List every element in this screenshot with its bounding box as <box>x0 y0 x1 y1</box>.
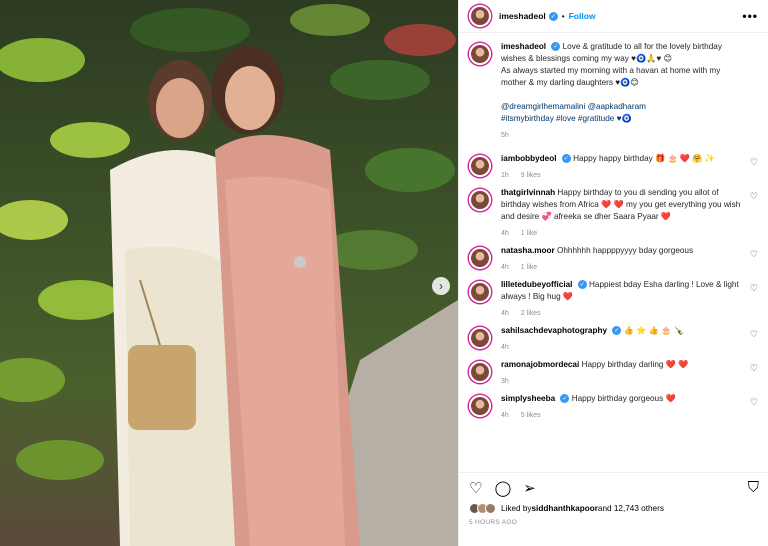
caption-avatar[interactable] <box>469 43 491 65</box>
like-comment-heart-icon[interactable]: ♡ <box>750 157 758 168</box>
caption-mentions[interactable]: @dreamgirlhemamalini @aapkadharam <box>501 102 646 111</box>
commenter-username[interactable]: natasha.moor <box>501 246 555 255</box>
likes-others[interactable]: and 12,743 others <box>598 504 664 513</box>
post-actions-bar: ♡ ◯ ➢ ⛉ <box>459 472 768 502</box>
photo-illustration <box>0 4 458 546</box>
like-comment-heart-icon[interactable]: ♡ <box>750 397 758 408</box>
commenter-username[interactable]: sahilsachdevaphotography <box>501 326 607 335</box>
separator-dot: • <box>561 11 565 21</box>
comment-row: lilletedubeyofficial ✓ Happiest bday Esh… <box>469 279 758 317</box>
comment-likes[interactable]: 5 likes <box>521 412 541 419</box>
like-comment-heart-icon[interactable]: ♡ <box>750 329 758 340</box>
post-timestamp: 5 HOURS AGO <box>469 519 518 526</box>
verified-badge-icon: ✓ <box>560 394 570 404</box>
comment-likes[interactable]: 1 like <box>521 230 537 237</box>
post-header: imeshadeol ✓ • Follow ••• <box>459 0 768 33</box>
comment-text: Happy birthday darling ❤️ ❤️ <box>581 360 689 369</box>
commenter-avatar[interactable] <box>469 361 491 383</box>
comment-icon[interactable]: ◯ <box>494 479 511 497</box>
likes-prefix: Liked by <box>501 504 532 513</box>
commenter-avatar[interactable] <box>469 247 491 269</box>
comments-list: imeshadeol ✓ Love & gratitude to all for… <box>459 33 768 419</box>
commenter-avatar[interactable] <box>469 395 491 417</box>
comment-time: 4h <box>501 412 509 419</box>
caption-line-2: As always started my morning with a hava… <box>501 66 721 87</box>
follow-button[interactable]: Follow <box>569 11 596 21</box>
comment-text: Happy happy birthday 🎁 🎂 ❤️ 🤗 ✨ <box>573 154 716 163</box>
comment-text: Happy birthday gorgeous ❤️ <box>571 394 676 403</box>
verified-badge-icon: ✓ <box>551 42 561 52</box>
like-comment-heart-icon[interactable]: ♡ <box>750 363 758 374</box>
comment-time: 4h <box>501 310 509 317</box>
comment-time: 1h <box>501 172 509 179</box>
like-comment-heart-icon[interactable]: ♡ <box>750 249 758 260</box>
comment-likes[interactable]: 9 likes <box>521 172 541 179</box>
comment-time: 4h <box>501 230 509 237</box>
comment-time: 4h <box>501 344 509 351</box>
like-heart-icon[interactable]: ♡ <box>469 479 482 497</box>
comment-row: simplysheeba ✓ Happy birthday gorgeous ❤… <box>469 393 758 419</box>
save-bookmark-icon[interactable]: ⛉ <box>748 479 759 496</box>
liker-avatar <box>485 503 496 514</box>
caption-time: 5h <box>501 132 509 139</box>
comment-row: thatgirlvinnah Happy birthday to you di … <box>469 187 758 237</box>
verified-badge-icon: ✓ <box>561 154 571 164</box>
caption-meta: 5h <box>501 132 742 139</box>
author-username[interactable]: imeshadeol <box>499 11 546 21</box>
comment-row: sahilsachdevaphotography ✓ 👍 ⭐ 👍 🎂 🍾 4h … <box>469 325 758 351</box>
commenter-username[interactable]: iambobbydeol <box>501 154 557 163</box>
post-side-panel: imeshadeol ✓ • Follow ••• imeshadeol ✓ L… <box>458 0 768 546</box>
like-comment-heart-icon[interactable]: ♡ <box>750 283 758 294</box>
likes-summary: Liked by siddhanthkapoor and 12,743 othe… <box>469 503 664 514</box>
verified-badge-icon: ✓ <box>577 280 587 290</box>
comment-text: Ohhhhhh happppyyyy bday gorgeous <box>556 246 694 255</box>
share-icon[interactable]: ➢ <box>523 479 536 497</box>
comment-likes[interactable]: 1 like <box>521 264 537 271</box>
like-comment-heart-icon[interactable]: ♡ <box>750 191 758 202</box>
more-options-icon[interactable]: ••• <box>742 9 758 23</box>
commenter-avatar[interactable] <box>469 155 491 177</box>
commenter-username[interactable]: simplysheeba <box>501 394 555 403</box>
verified-badge-icon: ✓ <box>548 11 558 21</box>
verified-badge-icon: ✓ <box>612 326 622 336</box>
comment-time: 4h <box>501 264 509 271</box>
caption-hashtags[interactable]: #itsmybirthday #love #gratitude ♥🧿 <box>501 114 632 123</box>
comment-text: 👍 ⭐ 👍 🎂 🍾 <box>623 326 684 335</box>
comment-time: 3h <box>501 378 509 385</box>
commenter-avatar[interactable] <box>469 281 491 303</box>
post-photo: › <box>0 0 458 546</box>
author-avatar[interactable] <box>469 5 491 27</box>
carousel-next-button[interactable]: › <box>432 277 450 295</box>
caption-username[interactable]: imeshadeol <box>501 42 546 51</box>
comment-likes[interactable]: 2 likes <box>521 310 541 317</box>
liker-username[interactable]: siddhanthkapoor <box>532 504 598 513</box>
caption: imeshadeol ✓ Love & gratitude to all for… <box>469 41 758 139</box>
comment-row: ramonajobmordecai Happy birthday darling… <box>469 359 758 385</box>
comment-row: iambobbydeol ✓ Happy happy birthday 🎁 🎂 … <box>469 153 758 179</box>
liker-avatars <box>469 503 496 514</box>
commenter-username[interactable]: thatgirlvinnah <box>501 188 555 197</box>
commenter-avatar[interactable] <box>469 327 491 349</box>
commenter-username[interactable]: ramonajobmordecai <box>501 360 579 369</box>
commenter-username[interactable]: lilletedubeyofficial <box>501 280 572 289</box>
caption-text: imeshadeol ✓ Love & gratitude to all for… <box>501 41 742 125</box>
commenter-avatar[interactable] <box>469 189 491 211</box>
comment-row: natasha.moor Ohhhhhh happppyyyy bday gor… <box>469 245 758 271</box>
